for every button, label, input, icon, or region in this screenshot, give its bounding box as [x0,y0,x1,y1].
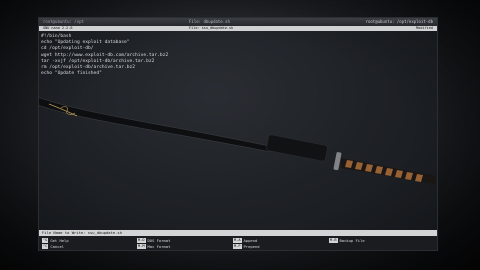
shortcut-label: Mac Format [147,243,171,249]
shortcut-label: Prepend [243,243,260,249]
shortcut-key: M-D [137,237,146,243]
shortcut-backup-file[interactable]: M-B Backup File [329,237,365,243]
shortcut-key: ^G [42,237,49,243]
terminal-window[interactable]: root@ubuntu: /opt File: dbupdate.sh root… [38,17,438,251]
shortcut-key: M-P [233,243,242,249]
shortcut-label: Append [243,237,258,243]
shortcut-key: M-B [329,237,338,243]
shortcut-cancel[interactable]: ^C Cancel [42,243,64,249]
shortcut-label: DOS Format [147,237,171,243]
shortcut-bar: ^G Get Help ^C Cancel M-D DOS Format M-M… [39,236,437,250]
shortcut-label: Backup File [339,237,365,243]
editor-text-area[interactable]: #!/bin/bash echo "Updating exploit datab… [41,34,435,234]
shortcut-label: Cancel [50,243,65,249]
shortcut-key: M-A [233,237,242,243]
shortcut-prepend[interactable]: M-P Prepend [233,243,260,249]
shortcut-label: Get Help [50,237,69,243]
script-line: echo "Update finished" [41,71,102,77]
shortcut-key: M-M [137,243,146,249]
shortcut-mac-format[interactable]: M-M Mac Format [137,243,170,249]
shortcut-key: ^C [42,243,49,249]
